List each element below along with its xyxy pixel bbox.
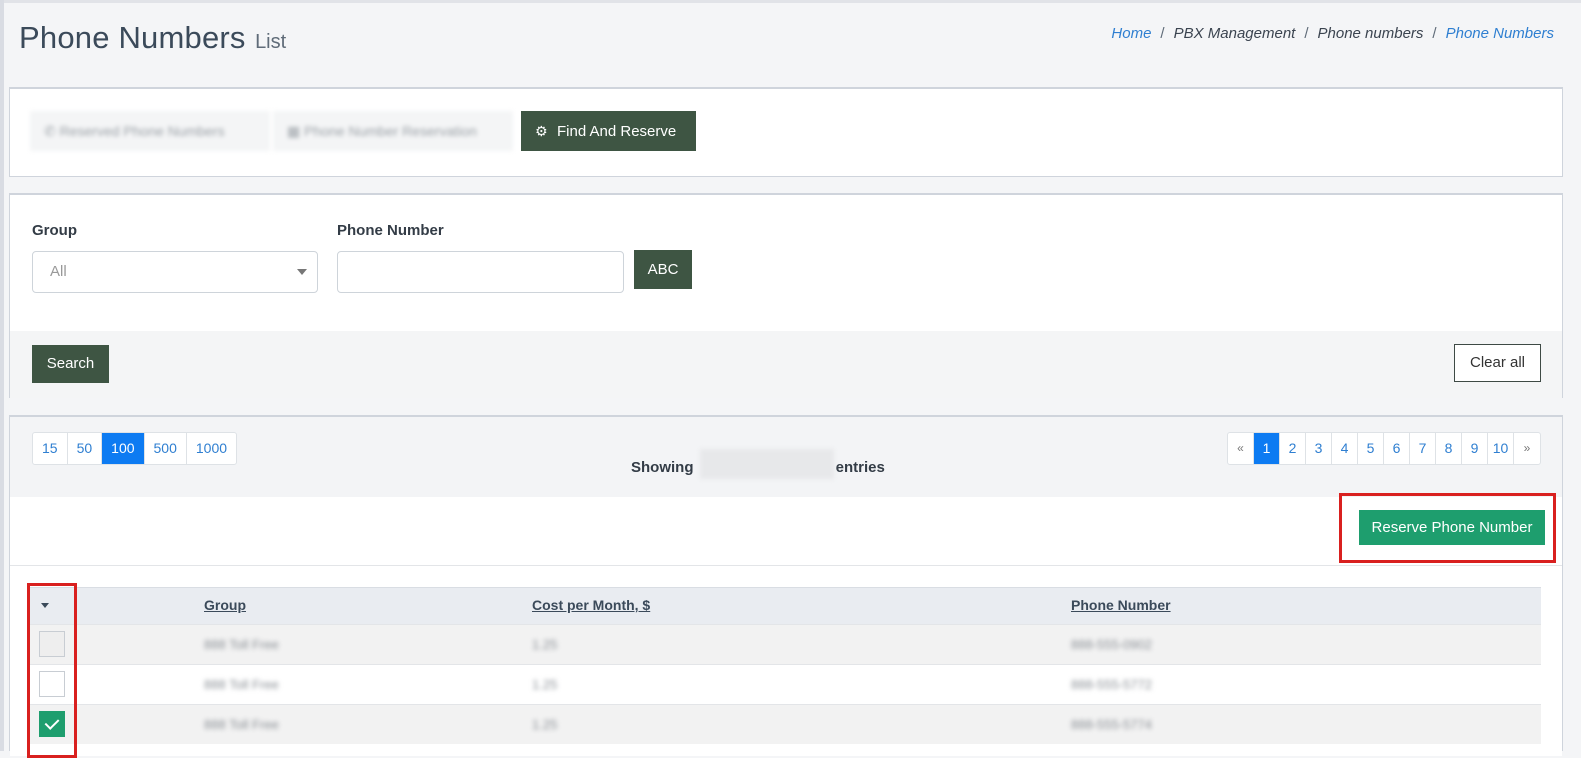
tab-find-and-reserve[interactable]: ⚙ Find And Reserve <box>521 111 696 151</box>
page-size-500[interactable]: 500 <box>145 433 187 464</box>
page-title: Phone Numbers <box>19 20 246 55</box>
page-10[interactable]: 10 <box>1488 433 1514 464</box>
tab-label: Find And Reserve <box>557 123 677 140</box>
tab-phone-number-reservation[interactable]: ▦ Phone Number Reservation <box>273 111 513 151</box>
page-8[interactable]: 8 <box>1436 433 1462 464</box>
entries-count-redacted <box>699 449 834 479</box>
page-size-1000[interactable]: 1000 <box>187 433 236 464</box>
page-size-100[interactable]: 100 <box>102 433 145 464</box>
column-header-cost[interactable]: Cost per Month, $ <box>532 597 650 613</box>
filter-card: Group Phone Number All ABC Search Clear … <box>9 193 1563 398</box>
listing-card: 15 50 100 500 1000 Showing entries « 1 2… <box>9 415 1563 758</box>
highlight-checkbox-column <box>27 583 77 758</box>
page-7[interactable]: 7 <box>1410 433 1436 464</box>
page-size-selector: 15 50 100 500 1000 <box>32 432 238 465</box>
group-select[interactable]: All <box>32 251 318 293</box>
caret-down-icon <box>297 269 307 275</box>
table-row: 888 Toll Free 1.25 888-555-0902 <box>30 624 1541 664</box>
cell-cost: 1.25 <box>532 637 558 652</box>
cell-group: 888 Toll Free <box>204 677 279 692</box>
breadcrumb-home[interactable]: Home <box>1111 25 1151 42</box>
page-3[interactable]: 3 <box>1306 433 1332 464</box>
tab-label: Reserved Phone Numbers <box>59 123 225 139</box>
highlight-reserve-button <box>1339 493 1556 563</box>
table-toolbar: Reserve Phone Number <box>10 493 1562 566</box>
page-size-15[interactable]: 15 <box>33 433 68 464</box>
breadcrumb: Home / PBX Management / Phone numbers / Phone … <box>1111 25 1554 42</box>
clear-all-button[interactable]: Clear all <box>1454 344 1541 382</box>
grid-icon: ▦ <box>287 123 305 139</box>
page-prev[interactable]: « <box>1228 433 1254 464</box>
page-9[interactable]: 9 <box>1462 433 1488 464</box>
column-header-phone-number[interactable]: Phone Number <box>1071 597 1171 613</box>
page-header: Phone Numbers List <box>19 20 286 56</box>
phone-numbers-table: Group Cost per Month, $ Phone Number 888… <box>10 566 1562 758</box>
group-select-value: All <box>50 263 67 280</box>
page-5[interactable]: 5 <box>1358 433 1384 464</box>
page-size-50[interactable]: 50 <box>68 433 103 464</box>
cell-group: 888 Toll Free <box>204 637 279 652</box>
filter-footer: Search Clear all <box>10 331 1562 398</box>
breadcrumb-pbx-management: PBX Management <box>1173 25 1296 42</box>
phone-number-input[interactable] <box>337 251 624 293</box>
breadcrumb-current[interactable]: Phone Numbers <box>1446 25 1554 42</box>
tab-label: Phone Number Reservation <box>304 123 477 139</box>
column-header-group[interactable]: Group <box>204 597 246 613</box>
page-4[interactable]: 4 <box>1332 433 1358 464</box>
cell-phone-number: 888-555-5772 <box>1071 677 1152 692</box>
window-left-edge <box>0 0 4 751</box>
cell-phone-number: 888-555-0902 <box>1071 637 1152 652</box>
table-row: 888 Toll Free 1.25 888-555-5772 <box>30 664 1541 704</box>
breadcrumb-phone-numbers: Phone numbers <box>1317 25 1424 42</box>
showing-entries-text: Showing entries <box>631 449 885 479</box>
tabs-card: ✆ Reserved Phone Numbers ▦ Phone Number … <box>9 87 1563 177</box>
search-button[interactable]: Search <box>32 345 109 383</box>
cell-cost: 1.25 <box>532 717 558 732</box>
cell-group: 888 Toll Free <box>204 717 279 732</box>
showing-suffix: entries <box>835 458 885 476</box>
showing-prefix: Showing <box>631 458 694 476</box>
group-label: Group <box>32 222 77 239</box>
table-row: 888 Toll Free 1.25 888-555-5774 <box>30 704 1541 744</box>
phone-number-label: Phone Number <box>337 222 444 239</box>
abc-button[interactable]: ABC <box>634 250 692 289</box>
tab-reserved-phone-numbers[interactable]: ✆ Reserved Phone Numbers <box>30 111 270 151</box>
phone-icon: ✆ <box>44 123 60 139</box>
cell-phone-number: 888-555-5774 <box>1071 717 1152 732</box>
page-next[interactable]: » <box>1514 433 1540 464</box>
cell-cost: 1.25 <box>532 677 558 692</box>
gears-icon: ⚙ <box>535 123 548 139</box>
window-top-edge <box>0 0 1581 3</box>
page-2[interactable]: 2 <box>1280 433 1306 464</box>
page-subtitle: List <box>255 31 287 53</box>
pagination: « 1 2 3 4 5 6 7 8 9 10 » <box>1227 432 1541 465</box>
table-header: Group Cost per Month, $ Phone Number <box>30 587 1541 624</box>
page-6[interactable]: 6 <box>1384 433 1410 464</box>
page-1[interactable]: 1 <box>1254 433 1280 464</box>
